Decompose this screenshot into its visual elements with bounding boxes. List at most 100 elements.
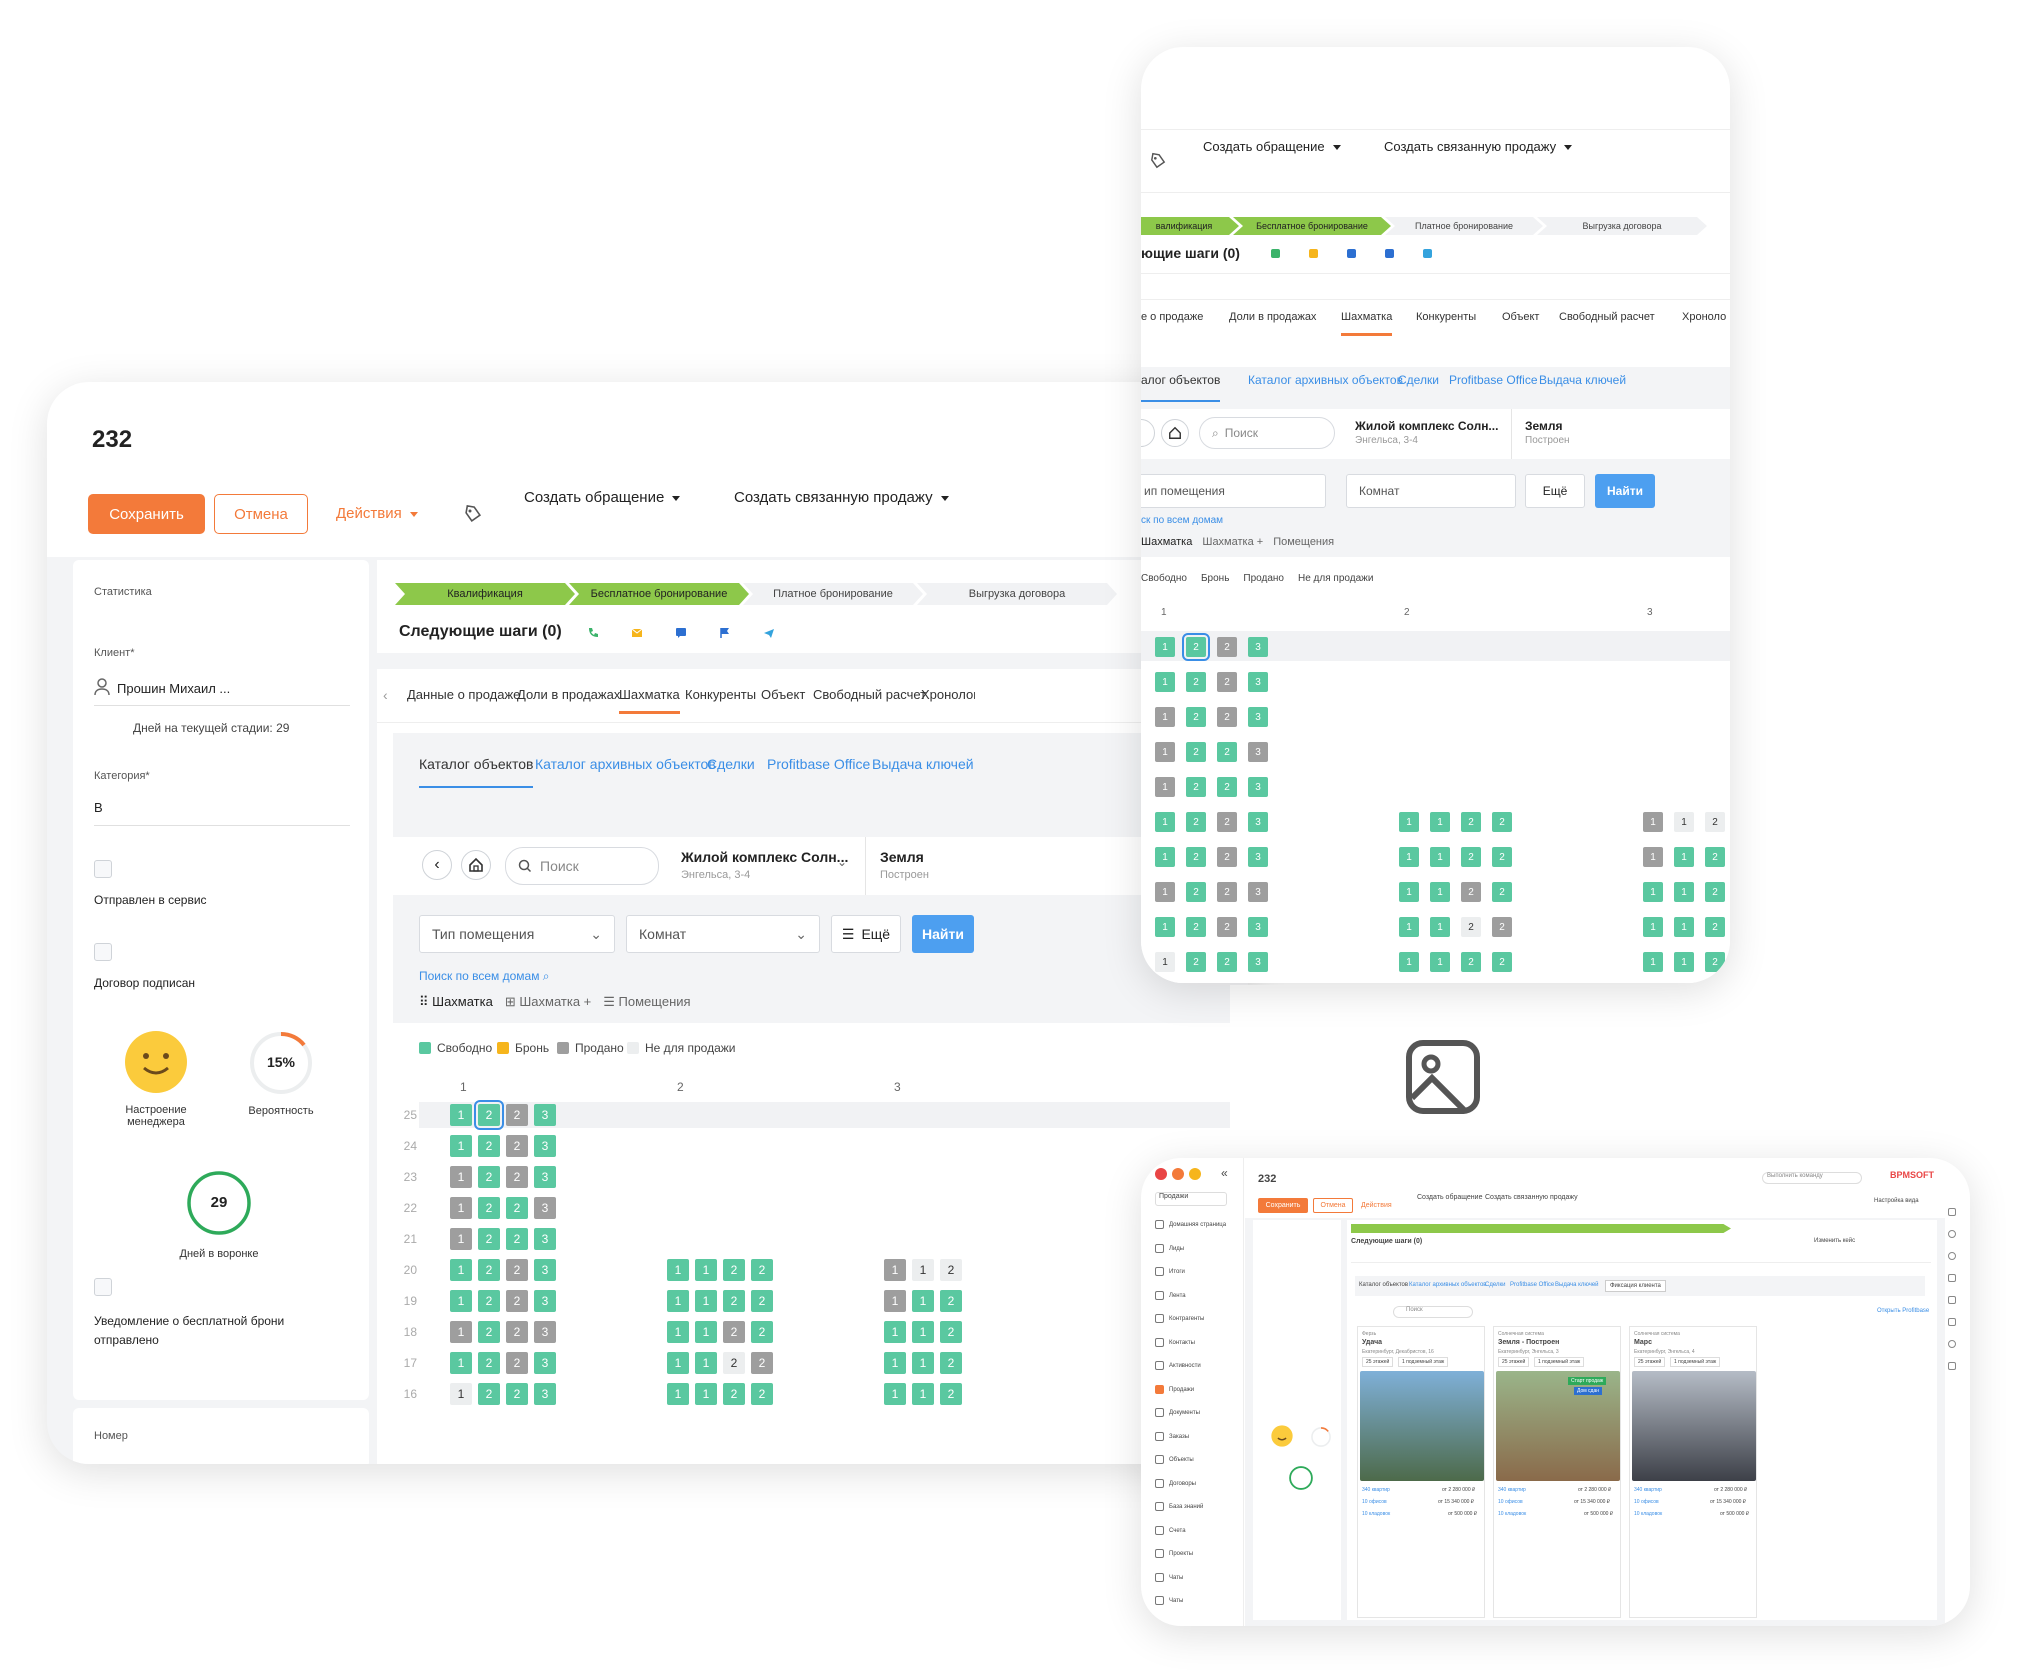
lock-icon[interactable] (1948, 1208, 1956, 1216)
apartment-cell[interactable]: 2 (1461, 847, 1481, 867)
room-type-select[interactable]: Тип помещения ⌄ (419, 915, 615, 953)
apartment-cell[interactable]: 2 (751, 1352, 773, 1374)
stage-free-booking[interactable]: Бесплатное бронирование (569, 583, 749, 605)
view-chessboard-plus[interactable]: Шахматка + (1202, 536, 1263, 548)
rooms-select[interactable]: Комнат ⌄ (626, 915, 820, 953)
sidebar-item[interactable]: Заказы (1155, 1431, 1189, 1441)
apartment-cell[interactable]: 1 (912, 1352, 934, 1374)
apartment-cell[interactable]: 2 (751, 1259, 773, 1281)
contract-signed-checkbox[interactable] (94, 943, 112, 961)
chat-icon[interactable] (675, 627, 687, 639)
apartment-cell[interactable]: 1 (450, 1383, 472, 1405)
command-input[interactable]: Выполнить команду (1762, 1172, 1862, 1184)
object-card[interactable]: Солнечная система Марс Екатеринбург, Энгел… (1629, 1326, 1757, 1618)
stage-free-booking[interactable]: Бесплатное бронирование (1233, 217, 1391, 235)
sidebar-item[interactable]: Продажи (1155, 1384, 1194, 1394)
apartment-cell[interactable]: 2 (1217, 812, 1237, 832)
apartment-cell[interactable]: 2 (506, 1166, 528, 1188)
subtab-deals[interactable]: Сделки (1485, 1282, 1505, 1288)
apartment-cell[interactable]: 1 (1399, 812, 1419, 832)
apartment-cell[interactable]: 3 (534, 1228, 556, 1250)
apartment-cell[interactable]: 2 (1461, 882, 1481, 902)
stage-contract-upload[interactable]: Выгрузка договора (1537, 217, 1707, 235)
sidebar-item[interactable]: Лиды (1155, 1243, 1184, 1253)
view-chessboard[interactable]: ⠿ Шахматка (419, 994, 493, 1010)
apartment-cell[interactable]: 2 (506, 1290, 528, 1312)
apartment-cell[interactable]: 1 (912, 1259, 934, 1281)
object-card[interactable]: Ферзь Удача Екатеринбург, Декабристов, 16 2… (1357, 1326, 1485, 1618)
apartment-cell[interactable]: 2 (940, 1383, 962, 1405)
complex-name[interactable]: Жилой комплекс Солн... (681, 849, 848, 865)
save-button[interactable]: Сохранить (1258, 1198, 1308, 1213)
apartment-cell[interactable]: 1 (695, 1259, 717, 1281)
apartment-cell[interactable]: 2 (1182, 633, 1210, 661)
apartment-cell[interactable]: 3 (534, 1259, 556, 1281)
view-rooms[interactable]: ☰ Помещения (603, 994, 690, 1010)
sidebar-item[interactable]: Чаты (1155, 1572, 1183, 1582)
apartment-cell[interactable]: 2 (751, 1321, 773, 1343)
apartment-cell[interactable]: 2 (506, 1383, 528, 1405)
calendar-icon[interactable] (1948, 1362, 1956, 1370)
sidebar-item[interactable]: Контакты (1155, 1337, 1195, 1347)
tab-free-calc[interactable]: Свободный расчет (813, 687, 926, 702)
view-settings-menu[interactable]: Настройка вида (1874, 1198, 1919, 1204)
apartment-cell[interactable]: 2 (1492, 952, 1512, 972)
sidebar-item[interactable]: Объекты (1155, 1455, 1194, 1464)
apartment-cell[interactable]: 1 (450, 1166, 472, 1188)
sidebar-item[interactable]: База знаний (1155, 1502, 1203, 1511)
sidebar-item[interactable]: Договоры (1155, 1478, 1196, 1488)
apartment-cell[interactable]: 1 (1674, 952, 1694, 972)
apartment-cell[interactable]: 1 (1155, 707, 1175, 727)
apartment-cell[interactable]: 2 (940, 1259, 962, 1281)
apartment-cell[interactable]: 2 (1705, 812, 1725, 832)
actions-menu[interactable]: Действия (1361, 1202, 1392, 1209)
rooms-select[interactable]: Комнат (1346, 474, 1516, 508)
find-button[interactable]: Найти (1595, 474, 1655, 508)
subtab-deals[interactable]: Сделки (1398, 373, 1439, 387)
apartment-cell[interactable]: 1 (1399, 847, 1419, 867)
apartment-cell[interactable]: 3 (534, 1383, 556, 1405)
apartment-cell[interactable]: 1 (1155, 917, 1175, 937)
apartment-cell[interactable]: 2 (723, 1352, 745, 1374)
apartment-cell[interactable]: 2 (478, 1197, 500, 1219)
apartment-cell[interactable]: 2 (1186, 882, 1206, 902)
apartment-cell[interactable]: 3 (1248, 847, 1268, 867)
sidebar-item[interactable]: Чаты (1155, 1596, 1183, 1605)
apartment-cell[interactable]: 3 (1248, 742, 1268, 762)
sent-service-checkbox[interactable] (94, 860, 112, 878)
apartment-cell[interactable]: 2 (1492, 847, 1512, 867)
apartment-cell[interactable]: 3 (1248, 917, 1268, 937)
apartment-cell[interactable]: 1 (1155, 777, 1175, 797)
apartment-cell[interactable]: 2 (1186, 707, 1206, 727)
subtab-catalog[interactable]: Каталог объектов (1359, 1282, 1408, 1288)
create-request-menu[interactable]: Создать обращение (524, 489, 681, 506)
apartment-cell[interactable]: 1 (695, 1352, 717, 1374)
apartment-cell[interactable]: 2 (1186, 847, 1206, 867)
apartment-cell[interactable]: 2 (1186, 672, 1206, 692)
apartment-cell[interactable]: 1 (450, 1321, 472, 1343)
apartment-cell[interactable]: 2 (1217, 952, 1237, 972)
apartment-cell[interactable]: 1 (1643, 917, 1663, 937)
tab-chessboard[interactable]: Шахматка (619, 687, 680, 714)
apartment-cell[interactable]: 1 (450, 1352, 472, 1374)
actions-menu[interactable]: Действия (336, 505, 418, 522)
apartment-cell[interactable]: 2 (1705, 847, 1725, 867)
apartment-cell[interactable]: 1 (1155, 952, 1175, 972)
apartment-cell[interactable]: 1 (1430, 812, 1450, 832)
object-card[interactable]: Солнечная система Земля - Построен Екатери… (1493, 1326, 1621, 1618)
apartment-cell[interactable]: 2 (478, 1166, 500, 1188)
apartment-cell[interactable]: 2 (474, 1100, 504, 1130)
email-icon[interactable] (1309, 249, 1318, 258)
search-all-houses-link[interactable]: Поиск по всем домам ⌕ (419, 969, 550, 984)
tag-icon[interactable] (1149, 152, 1167, 170)
apartment-cell[interactable]: 2 (1217, 847, 1237, 867)
back-button[interactable] (1141, 419, 1155, 447)
telegram-icon[interactable] (763, 627, 775, 639)
tab-object[interactable]: Объект (1502, 311, 1539, 323)
apartment-cell[interactable]: 1 (884, 1290, 906, 1312)
tab-competitors[interactable]: Конкуренты (685, 687, 756, 702)
complex-name[interactable]: Жилой комплекс Солн... (1355, 419, 1498, 433)
apartment-cell[interactable]: 1 (1643, 952, 1663, 972)
apartment-cell[interactable]: 1 (1155, 672, 1175, 692)
apartment-cell[interactable]: 1 (1430, 952, 1450, 972)
